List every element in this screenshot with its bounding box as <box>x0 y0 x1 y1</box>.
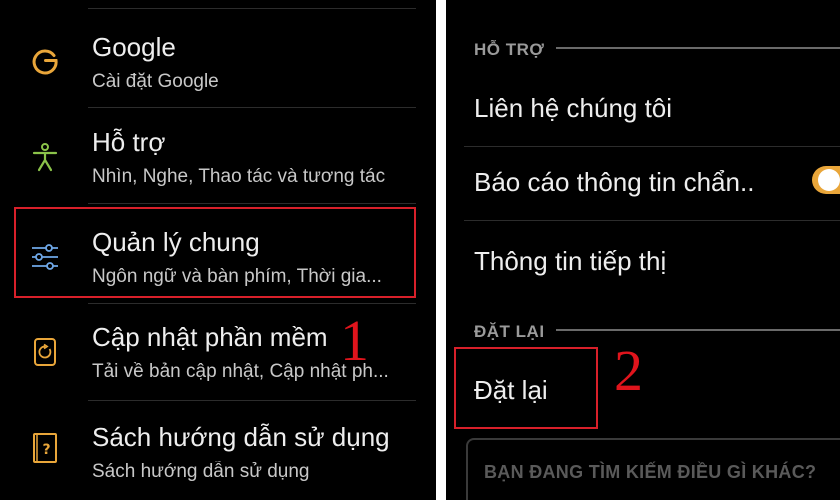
settings-item-accessibility[interactable]: Hỗ trợ Nhìn, Nghe, Thao tác và tương tác <box>0 110 436 206</box>
highlight-box <box>454 347 598 429</box>
section-header-support: HỖ TRỢ <box>474 40 545 59</box>
section-header-reset: ĐẶT LẠI <box>474 322 545 341</box>
settings-item-subtitle: Nhìn, Nghe, Thao tác và tương tác <box>92 166 386 187</box>
accessibility-icon <box>30 142 60 172</box>
support-reset-panel: HỖ TRỢ Liên hệ chúng tôi Báo cáo thông t… <box>446 0 840 500</box>
settings-item-title: Hỗ trợ <box>92 127 166 157</box>
annotation-number-2: 2 <box>614 338 643 403</box>
list-divider <box>88 203 416 204</box>
search-prompt-text: BẠN ĐANG TÌM KIẾM ĐIỀU GÌ KHÁC? <box>484 462 817 482</box>
user-manual-icon: ? <box>30 433 60 463</box>
settings-item-title: Cập nhật phần mềm <box>92 322 328 352</box>
list-divider <box>88 400 416 401</box>
settings-item-google[interactable]: Google Cài đặt Google <box>0 15 436 111</box>
toggle-knob <box>818 169 840 191</box>
list-divider <box>464 146 840 147</box>
list-divider <box>88 107 416 108</box>
diagnostics-toggle[interactable] <box>812 166 840 194</box>
software-update-icon <box>30 337 60 367</box>
settings-item-user-manual[interactable]: ? Sách hướng dẫn sử dụng Sách hướng dẫn … <box>0 405 436 500</box>
settings-item-software-update[interactable]: Cập nhật phần mềm Tải về bản cập nhật, C… <box>0 305 436 401</box>
search-box[interactable]: BẠN ĐANG TÌM KIẾM ĐIỀU GÌ KHÁC? <box>466 438 840 500</box>
section-header-line <box>556 47 840 49</box>
settings-item-title: Google <box>92 32 176 62</box>
annotation-number-1: 1 <box>340 308 369 373</box>
list-divider <box>464 220 840 221</box>
settings-item-subtitle: Cài đặt Google <box>92 71 219 92</box>
settings-list-panel: Google Cài đặt Google Hỗ trợ Nhìn, Nghe,… <box>0 0 436 500</box>
section-header-line <box>556 329 840 331</box>
panel-separator <box>436 0 446 500</box>
google-g-icon <box>30 45 60 75</box>
settings-item-title: Sách hướng dẫn sử dụng <box>92 422 390 452</box>
settings-item-subtitle: Sách hướng dẫn sử dụng <box>92 461 310 482</box>
contact-us-item[interactable]: Liên hệ chúng tôi <box>474 93 672 124</box>
svg-text:?: ? <box>42 442 50 458</box>
list-divider <box>88 303 416 304</box>
highlight-box <box>14 207 416 298</box>
diagnostics-item[interactable]: Báo cáo thông tin chẩn.. <box>474 167 754 198</box>
marketing-info-item[interactable]: Thông tin tiếp thị <box>474 246 666 277</box>
list-divider <box>88 8 416 9</box>
